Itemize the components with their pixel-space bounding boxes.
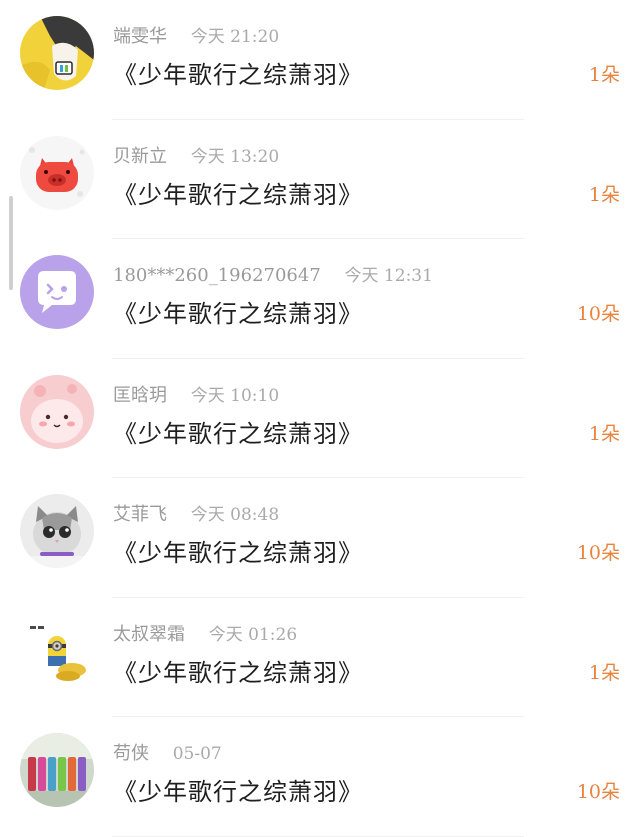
- record-meta: 180***260_196270647 今天 12:31: [113, 261, 433, 286]
- record-meta: 匡晗玥 今天 10:10: [113, 381, 279, 407]
- bottles-avatar-icon: [20, 733, 94, 807]
- user-name[interactable]: 180***260_196270647: [113, 265, 321, 286]
- avatar[interactable]: [20, 16, 94, 90]
- book-title[interactable]: 《少年歌行之综萧羽》: [113, 653, 363, 688]
- user-name[interactable]: 艾菲飞: [113, 504, 167, 525]
- timestamp: 今天 13:20: [190, 146, 280, 167]
- avatar[interactable]: [20, 255, 94, 329]
- list-item[interactable]: 艾菲飞 今天 08:48 《少年歌行之综萧羽》 10朵: [0, 478, 640, 598]
- timestamp: 05-07: [172, 744, 222, 764]
- purple-chat-avatar-icon: [20, 255, 94, 329]
- user-name[interactable]: 太叔翠霜: [113, 624, 185, 645]
- flower-count: 10朵: [576, 303, 620, 325]
- list-item[interactable]: 贝新立 今天 13:20 《少年歌行之综萧羽》 1朵: [0, 120, 640, 240]
- record-meta: 艾菲飞 今天 08:48: [113, 500, 279, 526]
- user-name[interactable]: 贝新立: [113, 146, 167, 167]
- timestamp: 今天 01:26: [208, 624, 298, 645]
- list-item[interactable]: 端雯华 今天 21:20 《少年歌行之综萧羽》 1朵: [0, 0, 640, 120]
- record-meta: 端雯华 今天 21:20: [113, 22, 279, 48]
- record-meta: 苟侠 05-07: [113, 739, 222, 765]
- list-item[interactable]: 太叔翠霜 今天 01:26 《少年歌行之综萧羽》 1朵: [0, 598, 640, 718]
- user-name[interactable]: 匡晗玥: [113, 385, 167, 406]
- record-meta: 贝新立 今天 13:20: [113, 142, 279, 168]
- avatar[interactable]: [20, 733, 94, 807]
- user-name[interactable]: 苟侠: [113, 743, 149, 764]
- timestamp: 今天 21:20: [190, 27, 280, 47]
- pink-blob-avatar-icon: [20, 374, 94, 449]
- timestamp: 今天 10:10: [190, 385, 280, 406]
- list-item[interactable]: 匡晗玥 今天 10:10 《少年歌行之综萧羽》 1朵: [0, 359, 640, 479]
- gift-record-list: 端雯华 今天 21:20 《少年歌行之综萧羽》 1朵 贝新立 今天 13:20 …: [0, 0, 640, 837]
- flower-count: 1朵: [588, 422, 620, 445]
- avatar[interactable]: [20, 135, 94, 210]
- book-title[interactable]: 《少年歌行之综萧羽》: [113, 772, 363, 807]
- flower-count: 1朵: [588, 64, 620, 86]
- book-title[interactable]: 《少年歌行之综萧羽》: [113, 533, 363, 568]
- minion-avatar-icon: [20, 613, 94, 688]
- avatar[interactable]: [20, 613, 94, 688]
- timestamp: 今天 12:31: [344, 266, 433, 286]
- book-title[interactable]: 《少年歌行之综萧羽》: [113, 55, 363, 90]
- list-item[interactable]: 苟侠 05-07 《少年歌行之综萧羽》 10朵: [0, 717, 640, 837]
- timestamp: 今天 08:48: [190, 505, 280, 525]
- avatar[interactable]: [20, 374, 94, 449]
- book-title[interactable]: 《少年歌行之综萧羽》: [113, 175, 363, 210]
- record-meta: 太叔翠霜 今天 01:26: [113, 620, 297, 646]
- book-title[interactable]: 《少年歌行之综萧羽》: [113, 294, 363, 329]
- flower-count: 1朵: [588, 183, 620, 206]
- flower-count: 1朵: [588, 661, 620, 684]
- user-name[interactable]: 端雯华: [113, 26, 167, 47]
- list-item[interactable]: 180***260_196270647 今天 12:31 《少年歌行之综萧羽》 …: [0, 239, 640, 359]
- avatar[interactable]: [20, 494, 94, 568]
- flower-count: 10朵: [576, 542, 620, 564]
- book-title[interactable]: 《少年歌行之综萧羽》: [113, 414, 363, 449]
- cat-avatar-icon: [20, 494, 94, 568]
- flower-count: 10朵: [576, 781, 620, 803]
- anime-boy-avatar-icon: [20, 16, 94, 90]
- red-pig-avatar-icon: [20, 135, 94, 210]
